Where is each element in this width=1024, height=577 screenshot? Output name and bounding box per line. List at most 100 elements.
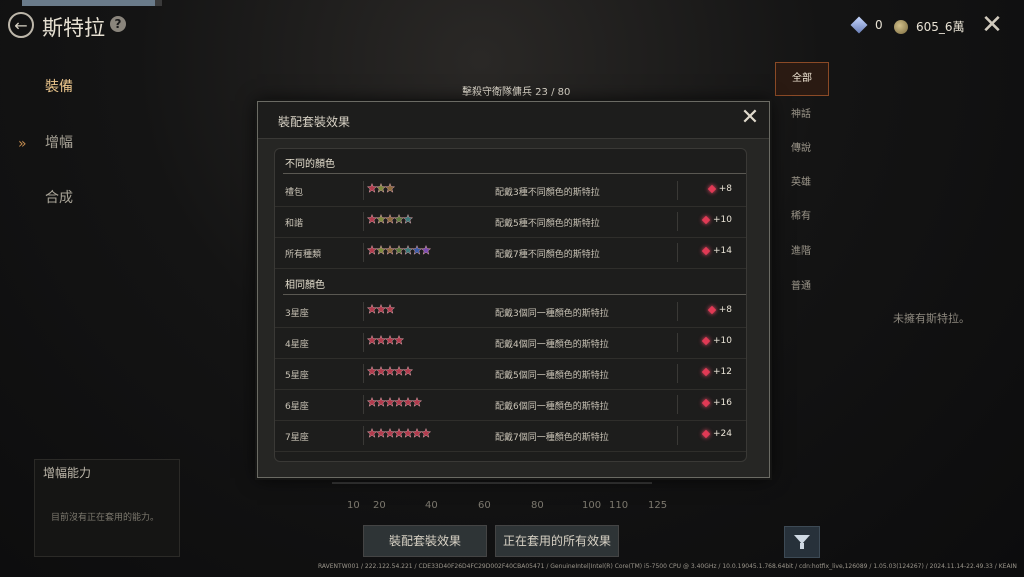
close-icon[interactable]: ✕ (980, 12, 1004, 38)
column-divider (363, 395, 364, 414)
modal-body: 不同的顏色 禮包 配戴3種不同顏色的斯特拉 +8 和諧 配戴5種不同顏色的斯特拉 +10 所有… (274, 148, 747, 462)
star-set (367, 245, 431, 259)
set-description: 配戴6個同一種顏色的斯特拉 (495, 402, 609, 412)
empty-message: 未擁有斯特拉。 (893, 312, 970, 325)
gem-icon (701, 215, 711, 225)
star-icon (421, 428, 431, 438)
modal-close-icon[interactable]: ✕ (740, 107, 760, 129)
star-set (367, 428, 431, 442)
axis-tick: 40 (425, 500, 438, 511)
set-bonus: +12 (701, 367, 732, 377)
set-description: 配戴5種不同顏色的斯特拉 (495, 219, 600, 229)
filter-normal[interactable]: 普通 (775, 277, 827, 292)
back-arrow-icon[interactable]: ← (8, 12, 34, 38)
set-description: 配戴5個同一種顏色的斯特拉 (495, 371, 609, 381)
star-set (367, 183, 395, 197)
axis-tick: 60 (478, 500, 491, 511)
sidebar-item-synthesis[interactable]: 合成 (45, 187, 73, 207)
bonus-value: +14 (713, 246, 732, 256)
set-description: 配戴4個同一種顏色的斯特拉 (495, 340, 609, 350)
sidebar-item-equip[interactable]: 裝備 (45, 76, 73, 96)
effect-row: 5星座 配戴5個同一種顏色的斯特拉 +12 (275, 358, 746, 390)
column-divider (677, 212, 678, 231)
axis-tick: 110 (609, 500, 629, 511)
bonus-value: +16 (713, 398, 732, 408)
health-bar (22, 0, 162, 6)
star-icon (394, 335, 404, 345)
gem-icon (701, 398, 711, 408)
column-divider (363, 364, 364, 383)
effect-row: 6星座 配戴6個同一種顏色的斯特拉 +16 (275, 389, 746, 421)
column-divider (363, 426, 364, 445)
filter-hero[interactable]: 英雄 (775, 173, 827, 188)
bonus-value: +8 (718, 184, 732, 194)
column-divider (677, 364, 678, 383)
ability-panel: 增幅能力 目前沒有正在套用的能力。 (34, 459, 180, 557)
column-divider (677, 302, 678, 321)
filter-advanced[interactable]: 進階 (775, 242, 827, 257)
gem-icon (701, 367, 711, 377)
quest-progress: 擊殺守衛隊傭兵 23 / 80 (462, 87, 571, 98)
modal-title: 裝配套裝效果 (278, 115, 351, 129)
active-effects-button[interactable]: 正在套用的所有效果 (495, 525, 619, 557)
set-name: 6星座 (285, 402, 309, 412)
modal-header: 裝配套裝效果 ✕ (258, 102, 769, 139)
help-icon[interactable]: ? (110, 16, 126, 32)
effect-row: 和諧 配戴5種不同顏色的斯特拉 +10 (275, 206, 746, 238)
set-bonus: +10 (701, 215, 732, 225)
section-heading: 不同的顏色 (285, 159, 335, 170)
set-name: 禮包 (285, 188, 304, 198)
set-bonus: +14 (701, 246, 732, 256)
column-divider (677, 181, 678, 200)
double-chevron-right-icon: » (18, 136, 27, 152)
gem-icon (701, 336, 711, 346)
set-bonus: +16 (701, 398, 732, 408)
filter-button[interactable] (784, 526, 820, 558)
health-bar-fill (22, 0, 155, 6)
axis-tick: 20 (373, 500, 386, 511)
top-bar: ← 斯特拉 ? 0 605_6萬 ✕ (0, 0, 1024, 52)
bonus-value: +24 (713, 429, 732, 439)
set-description: 配戴3種不同顏色的斯特拉 (495, 188, 600, 198)
star-icon (385, 183, 395, 193)
gold-currency: 605_6萬 (894, 18, 965, 35)
filter-all[interactable]: 全部 (775, 62, 829, 96)
effect-row: 所有種類 配戴7種不同顏色的斯特拉 +14 (275, 237, 746, 269)
debug-footer: RAVENTW001 / 222.122.54.221 / CDE33D40F2… (318, 563, 1017, 570)
effect-row: 7星座 配戴7個同一種顏色的斯特拉 +24 (275, 420, 746, 452)
progress-axis-line (332, 482, 652, 484)
section-divider (283, 294, 746, 295)
set-bonus: +8 (707, 184, 732, 194)
section-heading: 相同顏色 (285, 280, 325, 291)
column-divider (363, 243, 364, 262)
column-divider (363, 333, 364, 352)
star-set (367, 397, 422, 411)
column-divider (363, 212, 364, 231)
page-title: 斯特拉 (42, 16, 105, 40)
star-icon (385, 304, 395, 314)
ability-heading: 增幅能力 (43, 466, 92, 480)
set-effect-button[interactable]: 裝配套裝效果 (363, 525, 487, 557)
star-icon (421, 245, 431, 255)
set-effect-modal: 裝配套裝效果 ✕ 不同的顏色 禮包 配戴3種不同顏色的斯特拉 +8 和諧 配戴5種不同顏色… (257, 101, 770, 478)
diamond-count: 0 (875, 18, 883, 32)
effect-row: 3星座 配戴3個同一種顏色的斯特拉 +8 (275, 296, 746, 328)
set-bonus: +10 (701, 336, 732, 346)
set-bonus: +24 (701, 429, 732, 439)
effect-row: 4星座 配戴4個同一種顏色的斯特拉 +10 (275, 327, 746, 359)
column-divider (363, 302, 364, 321)
column-divider (677, 243, 678, 262)
set-name: 7星座 (285, 433, 309, 443)
filter-legendary[interactable]: 傳說 (775, 139, 827, 154)
filter-mythic[interactable]: 神話 (775, 105, 827, 120)
coin-icon (894, 19, 908, 34)
sidebar-item-enhance[interactable]: 增幅 (45, 132, 73, 152)
filter-rare[interactable]: 稀有 (775, 207, 827, 222)
column-divider (363, 181, 364, 200)
set-bonus: +8 (707, 305, 732, 315)
section-divider (283, 173, 746, 174)
diamond-icon (850, 16, 868, 34)
set-name: 4星座 (285, 340, 309, 350)
axis-tick: 10 (347, 500, 360, 511)
set-name: 所有種類 (285, 250, 322, 260)
